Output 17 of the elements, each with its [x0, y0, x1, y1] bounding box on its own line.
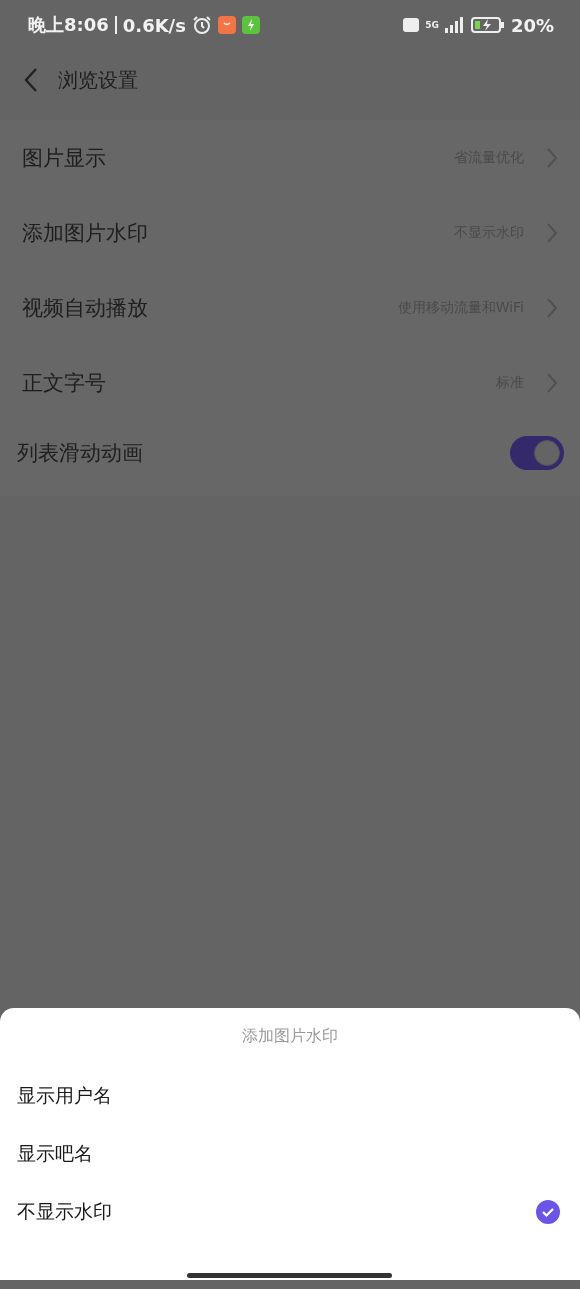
back-icon[interactable]: [24, 67, 38, 93]
option-item[interactable]: 显示用户名: [0, 1067, 580, 1125]
shopping-bag-icon: [217, 16, 236, 34]
sheet-title: 添加图片水印: [241, 1025, 339, 1047]
toggle-switch[interactable]: [510, 436, 564, 470]
network-type: 5G: [425, 20, 439, 30]
option-item[interactable]: 显示吧名: [0, 1125, 580, 1183]
network-speed: 0.6K/s: [122, 14, 186, 36]
alarm-icon: [191, 15, 212, 35]
page-title: 浏览设置: [58, 66, 138, 94]
status-time: 晚上8:06: [28, 13, 109, 37]
signal-icon: [444, 17, 465, 33]
option-item[interactable]: 不显示水印: [0, 1183, 580, 1241]
setting-label: 列表滑动动画: [17, 440, 143, 467]
battery-percent: 20%: [510, 14, 554, 36]
lightning-icon: [241, 16, 260, 34]
battery-charging-icon: [470, 17, 505, 33]
